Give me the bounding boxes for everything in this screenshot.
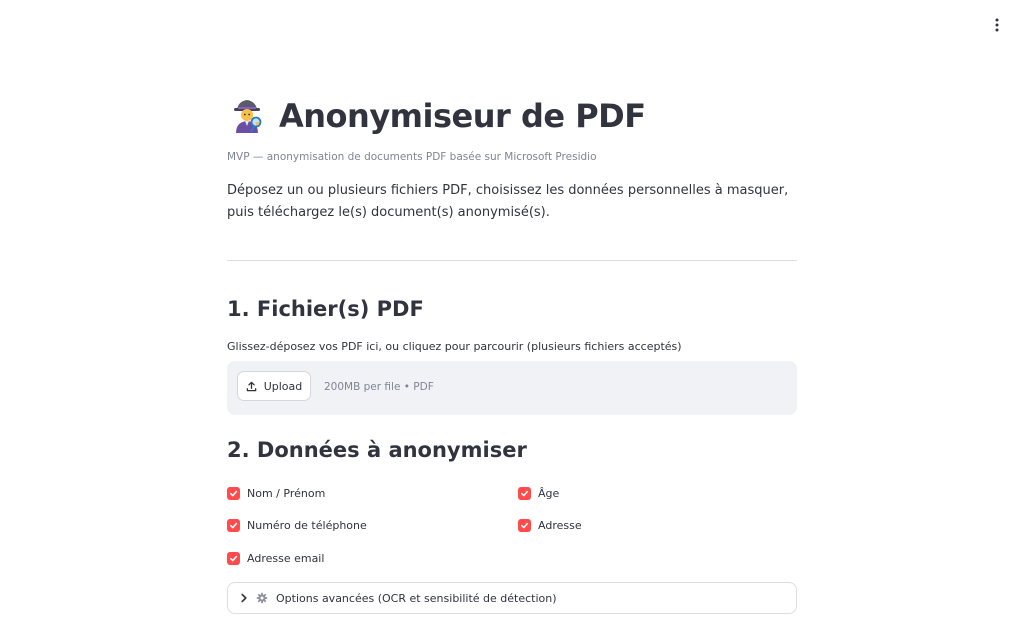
checkbox-email[interactable]: Adresse email: [227, 552, 324, 565]
checkbox-label: Nom / Prénom: [247, 487, 326, 500]
checkbox-nom-prenom[interactable]: Nom / Prénom: [227, 487, 325, 500]
page-caption: MVP — anonymisation de documents PDF bas…: [227, 151, 597, 163]
advanced-options-expander[interactable]: Options avancées (OCR et sensibilité de …: [227, 582, 797, 614]
upload-button[interactable]: Upload: [237, 371, 311, 401]
gear-icon: [256, 592, 268, 604]
file-dropzone[interactable]: Upload 200MB per file • PDF: [227, 361, 797, 415]
app-root: Anonymiseur de PDF MVP — anonymisation d…: [0, 0, 1024, 636]
intro-paragraph: Déposez un ou plusieurs fichiers PDF, ch…: [227, 183, 789, 220]
checkbox-age[interactable]: Âge: [518, 487, 559, 500]
checkbox-checked-icon[interactable]: [518, 519, 531, 532]
checkbox-checked-icon[interactable]: [227, 552, 240, 565]
expander-label: Options avancées (OCR et sensibilité de …: [276, 591, 557, 605]
checkbox-checked-icon[interactable]: [227, 519, 240, 532]
checkbox-telephone[interactable]: Numéro de téléphone: [227, 519, 367, 532]
upload-button-label: Upload: [263, 379, 303, 393]
checkbox-label: Adresse: [538, 519, 582, 532]
upload-limit-hint: 200MB per file • PDF: [324, 381, 434, 393]
checkbox-label: Numéro de téléphone: [247, 519, 367, 532]
checkbox-label: Âge: [538, 487, 560, 500]
section-heading-files: 1. Fichier(s) PDF: [227, 297, 424, 321]
checkbox-checked-icon[interactable]: [227, 487, 240, 500]
checkbox-label: Adresse email: [247, 552, 325, 565]
checkbox-adresse[interactable]: Adresse: [518, 519, 582, 532]
file-uploader-label: Glissez-déposez vos PDF ici, ou cliquez …: [227, 340, 682, 353]
main-menu-button[interactable]: [986, 14, 1008, 36]
section-divider: [227, 260, 797, 261]
detective-emoji-icon: [234, 100, 262, 133]
section-heading-data: 2. Données à anonymiser: [227, 438, 527, 462]
page-title-row: Anonymiseur de PDF: [227, 92, 646, 140]
page-title: Anonymiseur de PDF: [279, 97, 646, 135]
checkbox-checked-icon[interactable]: [518, 487, 531, 500]
chevron-right-icon: [241, 593, 247, 603]
upload-icon: [246, 381, 256, 391]
more-vertical-icon: [995, 18, 999, 32]
